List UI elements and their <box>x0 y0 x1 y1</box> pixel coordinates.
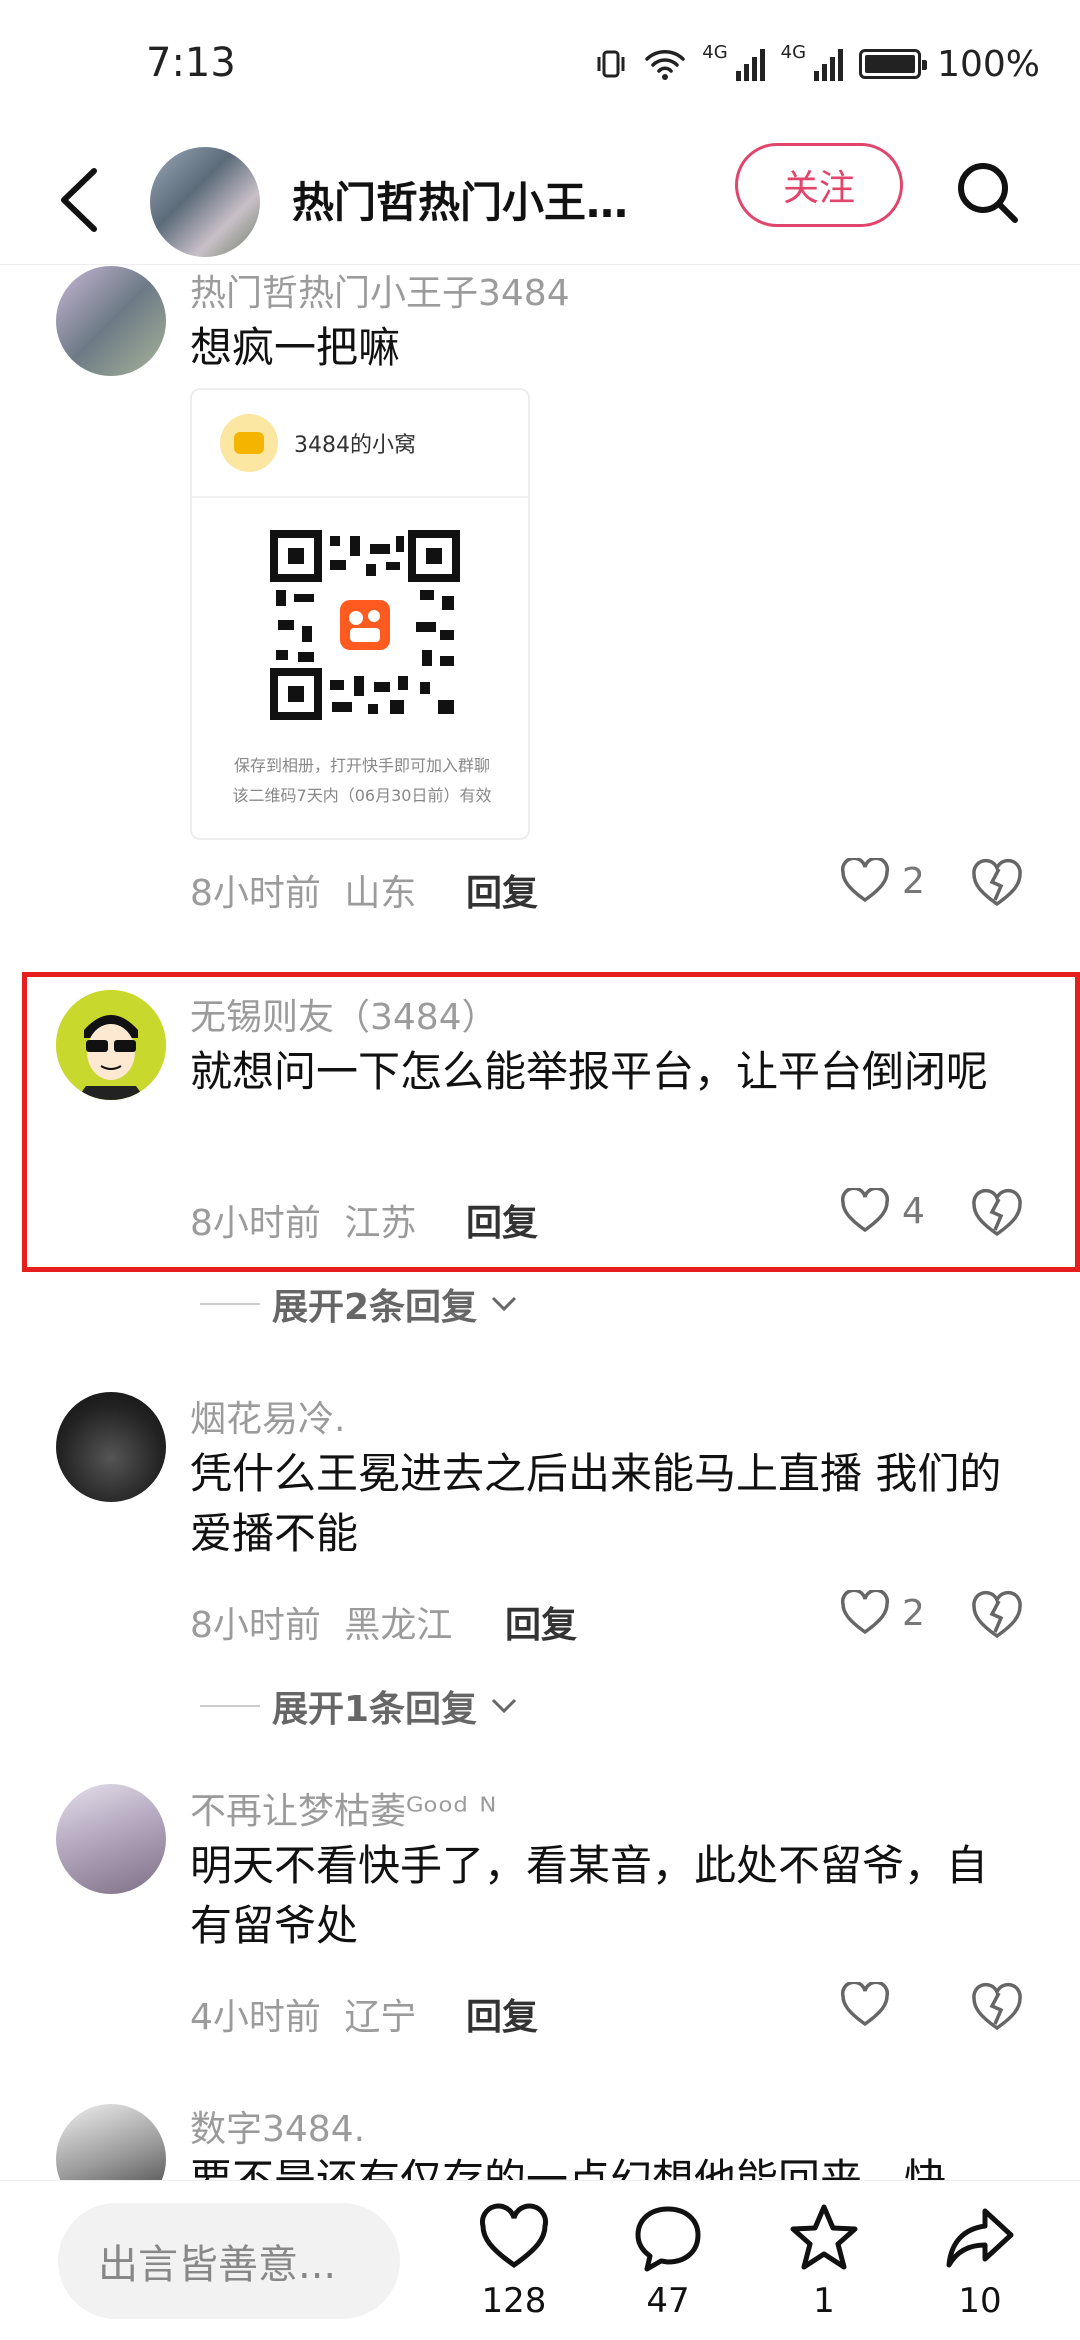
chevron-down-icon <box>492 1698 517 1714</box>
comment-bubble-icon <box>635 2206 701 2272</box>
qr-note-line-1: 保存到相册，打开快手即可加入群聊 <box>233 756 490 775</box>
reply-button[interactable]: 回复 <box>466 1194 538 1246</box>
share-icon <box>946 2208 1014 2268</box>
dislike-icon[interactable] <box>970 1980 1024 2034</box>
page-title: 热门哲热门小王… <box>292 178 629 227</box>
heart-icon <box>840 1982 890 2027</box>
comment-time: 8小时前 <box>190 1605 321 1646</box>
like-total: 128 <box>481 2281 547 2321</box>
dislike-icon[interactable] <box>970 1186 1024 1240</box>
like-button[interactable]: 4 <box>840 1188 925 1234</box>
comment-input[interactable]: 出言皆善意... <box>58 2203 400 2319</box>
avatar[interactable] <box>56 1784 166 1894</box>
vibrate-icon <box>597 50 625 78</box>
avatar[interactable] <box>56 990 166 1100</box>
comment-meta: 4小时前 辽宁 <box>190 1988 416 2040</box>
comment-text: 明天不看快手了，看某音，此处不留爷，自有留爷处 <box>190 1841 989 1950</box>
favorite-total: 1 <box>813 2281 835 2321</box>
network-type-2: 4G <box>780 42 807 63</box>
signal-icon <box>735 47 765 81</box>
author-avatar[interactable] <box>150 147 260 257</box>
status-time: 7:13 <box>146 40 236 86</box>
comment-location: 黑龙江 <box>344 1605 453 1646</box>
status-icons: 4G 4G 100% <box>594 42 1040 86</box>
comment-text: 想疯一把嘛 <box>190 323 401 372</box>
reply-button[interactable]: 回复 <box>466 1988 538 2040</box>
battery-percent: 100% <box>937 43 1040 85</box>
battery-icon <box>859 49 928 79</box>
comment-text: 凭什么王冕进去之后出来能马上直播 我们的爱播不能 <box>190 1449 1002 1558</box>
expand-replies-label: 展开2条回复 <box>272 1287 478 1328</box>
dislike-icon[interactable] <box>970 1588 1024 1642</box>
comment-button[interactable]: 47 <box>618 2201 718 2321</box>
signal-icon <box>814 47 844 81</box>
comment-location: 江苏 <box>344 1203 417 1244</box>
comment-author[interactable]: 热门哲热门小王子3484 <box>190 264 570 316</box>
heart-icon <box>840 1590 890 1635</box>
heart-icon <box>840 1188 890 1233</box>
favorite-button[interactable]: 1 <box>774 2201 874 2321</box>
like-button[interactable]: 2 <box>840 858 925 904</box>
search-icon[interactable] <box>952 157 1022 227</box>
group-logo-icon <box>220 414 278 472</box>
follow-button[interactable]: 关注 <box>735 143 903 227</box>
expand-replies-label: 展开1条回复 <box>272 1689 478 1730</box>
reply-button[interactable]: 回复 <box>466 864 538 916</box>
comment-author[interactable]: 烟花易冷. <box>190 1390 345 1442</box>
wifi-icon <box>645 50 686 80</box>
comment-total: 47 <box>646 2281 690 2321</box>
qr-card-title: 3484的小窝 <box>294 433 416 458</box>
qr-code-icon <box>270 530 460 720</box>
like-count: 2 <box>902 860 925 902</box>
like-button[interactable] <box>840 1982 902 2028</box>
comment-location: 辽宁 <box>344 1997 417 2038</box>
qr-note-line-2: 该二维码7天内（06月30日前）有效 <box>232 786 492 805</box>
star-icon <box>790 2204 858 2270</box>
comment-author[interactable]: 无锡则友（3484） <box>190 988 498 1040</box>
back-icon[interactable] <box>52 165 112 235</box>
avatar[interactable] <box>56 1392 166 1502</box>
expand-replies-button[interactable]: 展开1条回复 <box>200 1680 519 1732</box>
share-total: 10 <box>958 2281 1002 2321</box>
comment-meta: 8小时前 山东 <box>190 864 416 916</box>
comment-author[interactable]: 不再让梦枯萎ᴳᵒᵒᵈ ᴺ <box>190 1782 496 1834</box>
comment-meta: 8小时前 江苏 <box>190 1194 416 1246</box>
header: 热门哲热门小王… 关注 <box>0 135 1080 265</box>
cartoon-face-icon <box>56 990 166 1100</box>
like-button[interactable]: 2 <box>840 1590 925 1636</box>
comment-location: 山东 <box>344 873 417 914</box>
heart-icon <box>480 2203 548 2269</box>
like-video-button[interactable]: 128 <box>464 2201 564 2321</box>
comment-author[interactable]: 数字3484. <box>190 2100 365 2152</box>
share-button[interactable]: 10 <box>930 2201 1030 2321</box>
comment-time: 8小时前 <box>190 873 321 914</box>
network-type-1: 4G <box>702 42 728 63</box>
comment-meta: 8小时前 黑龙江 <box>190 1596 452 1648</box>
heart-icon <box>840 858 890 903</box>
chevron-down-icon <box>492 1296 517 1312</box>
bottom-bar: 出言皆善意... 128 47 1 10 <box>0 2180 1080 2340</box>
dislike-icon[interactable] <box>970 856 1024 910</box>
comment-time: 8小时前 <box>190 1203 321 1244</box>
comment-text: 就想问一下怎么能举报平台，让平台倒闭呢 <box>190 1047 989 1096</box>
like-count: 2 <box>902 1592 925 1634</box>
status-bar: 7:13 4G 4G 100% <box>0 0 1080 135</box>
like-count: 4 <box>902 1190 925 1232</box>
avatar[interactable] <box>56 266 166 376</box>
comment-time: 4小时前 <box>190 1997 321 2038</box>
expand-replies-button[interactable]: 展开2条回复 <box>200 1278 519 1330</box>
reply-button[interactable]: 回复 <box>505 1596 577 1648</box>
qr-card[interactable]: 3484的小窝 保存到相册，打开快手即可加入群聊 该二维码7天内（06月30日前… <box>190 388 530 840</box>
